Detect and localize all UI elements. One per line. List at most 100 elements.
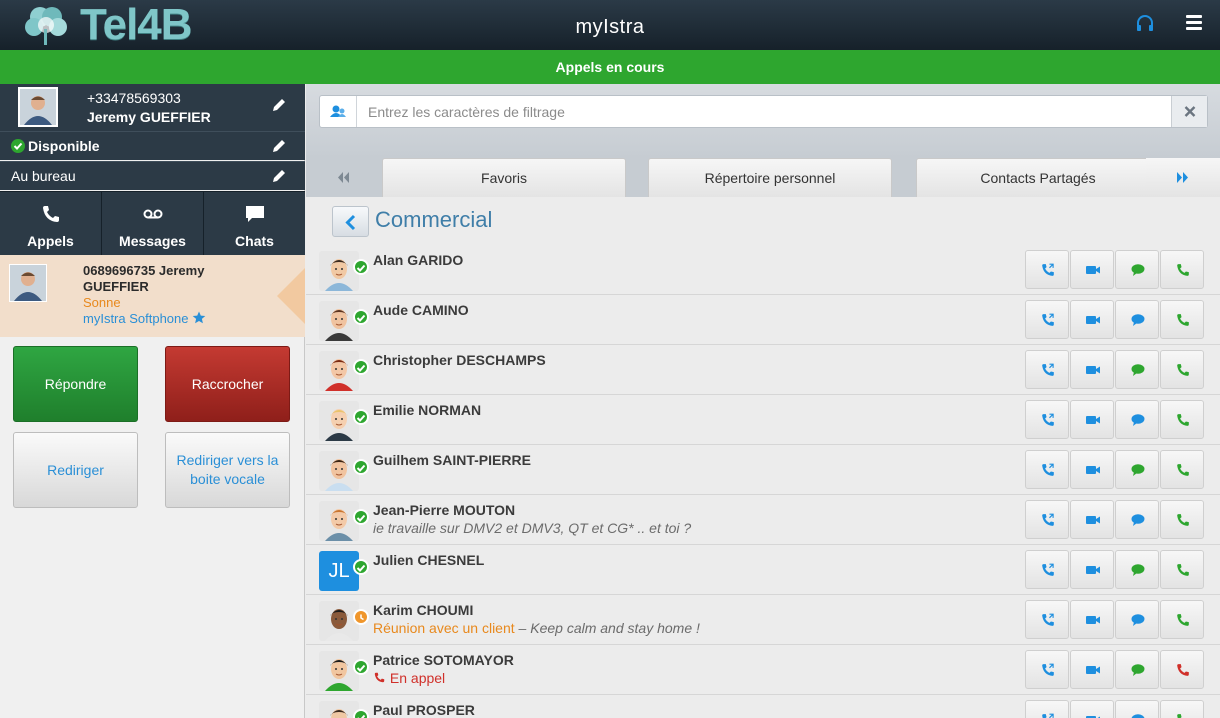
contact-status-text: En appel <box>389 670 446 686</box>
note-separator: – <box>514 620 531 636</box>
chat-button[interactable] <box>1115 300 1159 339</box>
list-item[interactable]: Aude CAMINO <box>306 295 1220 345</box>
chat-button[interactable] <box>1115 350 1159 389</box>
video-call-button[interactable] <box>1070 600 1114 639</box>
double-chevron-left-icon <box>338 172 349 183</box>
back-button[interactable] <box>332 206 369 237</box>
list-item[interactable]: Jean-Pierre MOUTON ie travaille sur DMV2 … <box>306 495 1220 545</box>
redirect-voicemail-button[interactable]: Rediriger vers la boite vocale <box>165 432 290 508</box>
edit-pencil-icon[interactable] <box>271 138 287 154</box>
call-button[interactable] <box>1160 650 1204 689</box>
scroll-tabs-left-button[interactable] <box>306 158 380 197</box>
video-call-button[interactable] <box>1070 450 1114 489</box>
presence-status-row[interactable]: Disponible <box>0 131 305 160</box>
contact-name: Aude CAMINO <box>373 302 469 318</box>
phone-ringing-icon <box>373 670 386 686</box>
chat-button[interactable] <box>1115 650 1159 689</box>
list-item[interactable]: Alan GARIDO <box>306 245 1220 295</box>
left-panel: +33478569303 Jeremy GUEFFIER Disponible … <box>0 84 305 718</box>
edit-pencil-icon[interactable] <box>271 97 287 113</box>
call-button[interactable] <box>1160 350 1204 389</box>
call-button[interactable] <box>1160 600 1204 639</box>
video-call-button[interactable] <box>1070 350 1114 389</box>
transfer-call-button[interactable] <box>1025 400 1069 439</box>
headset-icon[interactable] <box>1134 13 1156 35</box>
tab-contacts-partages[interactable]: Contacts Partagés <box>916 158 1160 197</box>
tab-repertoire-personnel[interactable]: Répertoire personnel <box>648 158 892 197</box>
video-call-button[interactable] <box>1070 700 1114 718</box>
group-title: Commercial <box>375 207 493 232</box>
call-button[interactable] <box>1160 550 1204 589</box>
chat-button[interactable] <box>1115 550 1159 589</box>
call-state: Sonne <box>83 295 121 310</box>
transfer-call-button[interactable] <box>1025 700 1069 718</box>
video-call-button[interactable] <box>1070 500 1114 539</box>
transfer-call-button[interactable] <box>1025 550 1069 589</box>
contacts-filter-icon[interactable] <box>320 96 357 127</box>
contact-name: Christopher DESCHAMPS <box>373 352 546 368</box>
scroll-tabs-right-button[interactable] <box>1146 158 1220 197</box>
redirect-button[interactable]: Rediriger <box>13 432 138 508</box>
brand-text: Tel4B <box>80 0 193 49</box>
available-check-icon <box>11 139 25 153</box>
video-call-button[interactable] <box>1070 250 1114 289</box>
video-call-button[interactable] <box>1070 300 1114 339</box>
tab-appels[interactable]: Appels <box>0 191 102 255</box>
list-item[interactable]: Christopher DESCHAMPS <box>306 345 1220 395</box>
tab-chats[interactable]: Chats <box>204 191 305 255</box>
transfer-call-button[interactable] <box>1025 650 1069 689</box>
chat-button[interactable] <box>1115 600 1159 639</box>
chat-button[interactable] <box>1115 450 1159 489</box>
list-item[interactable]: Paul PROSPER <box>306 695 1220 718</box>
list-item[interactable]: Guilhem SAINT-PIERRE <box>306 445 1220 495</box>
location-row[interactable]: Au bureau <box>0 161 305 190</box>
transfer-call-button[interactable] <box>1025 350 1069 389</box>
answer-button[interactable]: Répondre <box>13 346 138 422</box>
clear-filter-button[interactable] <box>1171 96 1207 127</box>
contact-name: Julien CHESNEL <box>373 552 485 568</box>
chat-button[interactable] <box>1115 400 1159 439</box>
transfer-call-button[interactable] <box>1025 450 1069 489</box>
transfer-call-button[interactable] <box>1025 500 1069 539</box>
avatar <box>18 87 58 127</box>
initials-avatar-icon: JL <box>319 551 359 591</box>
list-item[interactable]: Karim CHOUMI Réunion avec un client – Kee… <box>306 595 1220 645</box>
call-button[interactable] <box>1160 250 1204 289</box>
tab-favoris[interactable]: Favoris <box>382 158 626 197</box>
tab-label: Appels <box>27 233 74 249</box>
list-item[interactable]: JL Julien CHESNEL <box>306 545 1220 595</box>
list-item[interactable]: Patrice SOTOMAYOR En appel <box>306 645 1220 695</box>
avatar <box>9 264 47 302</box>
presence-badge-icon <box>353 259 369 275</box>
active-calls-banner[interactable]: Appels en cours <box>0 50 1220 84</box>
tab-messages[interactable]: Messages <box>102 191 204 255</box>
presence-badge-icon <box>353 459 369 475</box>
edit-pencil-icon[interactable] <box>271 168 287 184</box>
woman-blonde-avatar-icon <box>319 401 359 441</box>
transfer-call-button[interactable] <box>1025 250 1069 289</box>
voicemail-icon <box>142 204 164 224</box>
call-button[interactable] <box>1160 400 1204 439</box>
filter-input[interactable] <box>358 96 1170 127</box>
star-icon <box>192 311 206 326</box>
call-button[interactable] <box>1160 300 1204 339</box>
call-button[interactable] <box>1160 700 1204 718</box>
presence-badge-icon <box>353 659 369 675</box>
call-button[interactable] <box>1160 500 1204 539</box>
video-call-button[interactable] <box>1070 650 1114 689</box>
chat-button[interactable] <box>1115 250 1159 289</box>
presence-status: Disponible <box>28 138 100 154</box>
video-call-button[interactable] <box>1070 550 1114 589</box>
transfer-call-button[interactable] <box>1025 600 1069 639</box>
video-call-button[interactable] <box>1070 400 1114 439</box>
call-button[interactable] <box>1160 450 1204 489</box>
hamburger-menu-icon[interactable] <box>1186 15 1202 31</box>
filter-box <box>319 95 1208 128</box>
chat-button[interactable] <box>1115 700 1159 718</box>
incoming-call-card[interactable]: 0689696735 Jeremy GUEFFIER Sonne myIstra… <box>0 255 305 337</box>
transfer-call-button[interactable] <box>1025 300 1069 339</box>
chat-button[interactable] <box>1115 500 1159 539</box>
list-item[interactable]: Emilie NORMAN <box>306 395 1220 445</box>
hangup-button[interactable]: Raccrocher <box>165 346 290 422</box>
caller-info: 0689696735 Jeremy GUEFFIER <box>83 263 205 294</box>
